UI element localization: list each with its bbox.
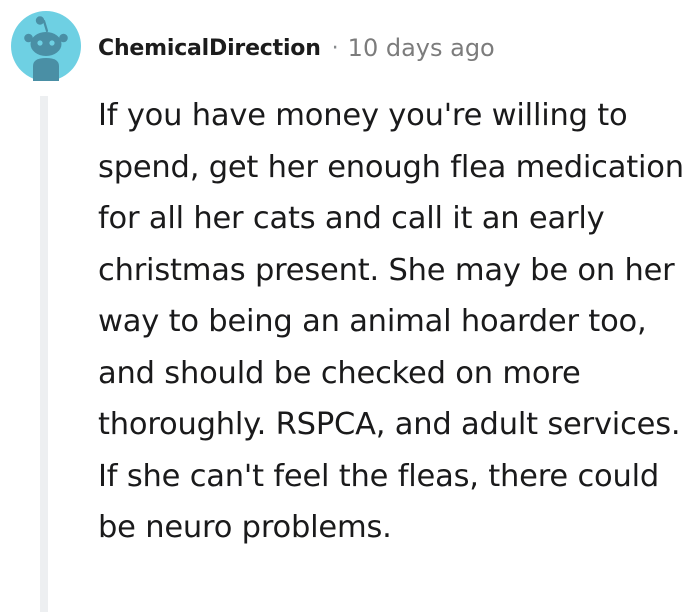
username-link[interactable]: ChemicalDirection xyxy=(98,36,321,61)
comment: ChemicalDirection · 10 days ago If you h… xyxy=(0,0,700,612)
avatar[interactable] xyxy=(11,11,81,81)
comment-header: ChemicalDirection · 10 days ago xyxy=(98,31,495,65)
meta-separator: · xyxy=(331,35,339,61)
snoo-avatar-icon xyxy=(11,11,81,81)
thread-collapse-line[interactable] xyxy=(40,96,48,612)
comment-timestamp[interactable]: 10 days ago xyxy=(348,34,495,62)
comment-body: If you have money you're willing to spen… xyxy=(98,98,684,545)
